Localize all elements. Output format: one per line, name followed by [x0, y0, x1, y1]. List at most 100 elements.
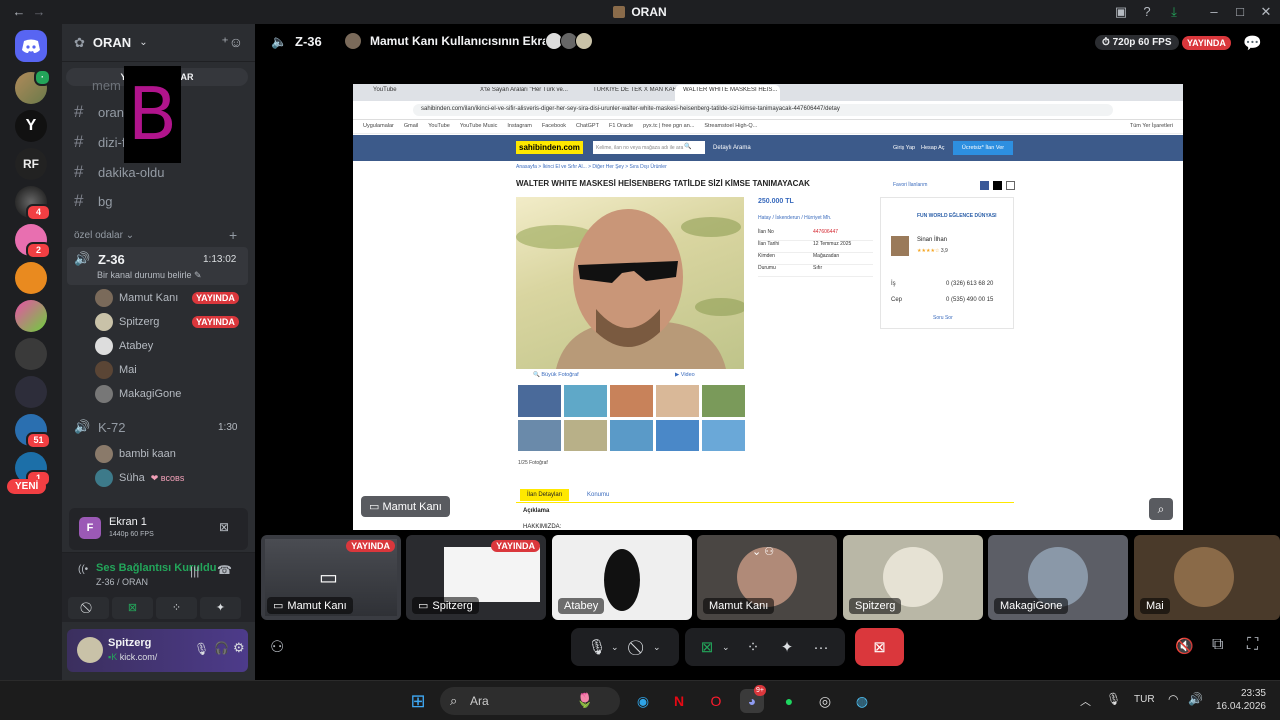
photo-thumbnail[interactable]: [610, 385, 653, 417]
wifi-icon[interactable]: ◠: [1168, 692, 1178, 706]
screen-share-icon[interactable]: ⊠: [692, 638, 722, 656]
photo-thumbnail[interactable]: [702, 419, 745, 451]
camera-off-button[interactable]: ⃠: [68, 597, 109, 619]
popout-icon[interactable]: ⧉: [1212, 636, 1223, 654]
language-indicator[interactable]: TUR: [1134, 694, 1155, 705]
avatar[interactable]: [77, 637, 103, 663]
participant-tile[interactable]: MakagiGone: [988, 535, 1128, 620]
facebook-icon[interactable]: [980, 181, 989, 190]
participant-tile[interactable]: Spitzerg: [843, 535, 983, 620]
category-header[interactable]: özel odalar ⌄: [74, 230, 134, 241]
globe-icon[interactable]: ◍: [850, 689, 874, 713]
create-channel-icon[interactable]: +: [229, 227, 237, 243]
ask-question-link[interactable]: Soru Sor: [933, 315, 953, 321]
microphone-icon[interactable]: 🎙: [194, 642, 209, 656]
microphone-icon[interactable]: 🎙: [1106, 692, 1121, 706]
photo-thumbnail[interactable]: [610, 419, 653, 451]
connection-channel[interactable]: Z-36 / ORAN: [96, 577, 148, 587]
zoom-icon[interactable]: ⌕: [1149, 498, 1173, 520]
show-hidden-icons[interactable]: ︿: [1080, 693, 1091, 709]
new-unreads-pill[interactable]: YENİ: [7, 479, 47, 494]
fullscreen-icon[interactable]: ⛶: [1247, 636, 1258, 654]
voice-user[interactable]: Atabey: [95, 337, 153, 355]
browser-tab[interactable]: X'te Sayan Araları "Her Türk ve...: [480, 87, 585, 93]
listing-main-photo[interactable]: [516, 197, 744, 369]
more-options-icon[interactable]: ···: [804, 639, 838, 656]
browser-tab[interactable]: TÜRKİYE DE TEK X MAN KARAKT...: [593, 87, 688, 93]
start-icon[interactable]: ⊞: [406, 689, 430, 713]
site-search-button[interactable]: 🔍: [684, 141, 691, 154]
store-name[interactable]: FUN WORLD EĞLENCE DÜNYASI: [917, 213, 997, 219]
close-icon[interactable]: ✕: [1257, 3, 1275, 21]
channel-item[interactable]: mem: [92, 78, 121, 93]
server-icon-8[interactable]: [15, 338, 47, 370]
server-icon-3[interactable]: RF: [15, 148, 47, 180]
photo-thumbnail[interactable]: [518, 419, 561, 451]
participant-tile[interactable]: YAYINDA ▭ Spitzerg: [406, 535, 546, 620]
login-link[interactable]: Giriş Yap: [893, 145, 915, 151]
photo-thumbnail[interactable]: [702, 385, 745, 417]
post-ad-button[interactable]: Ücretsiz* İlan Ver: [953, 141, 1013, 155]
invite-people-icon[interactable]: ⁺☺: [221, 34, 243, 51]
bookmark[interactable]: Gmail: [404, 123, 418, 130]
invite-to-call-icon[interactable]: ⚇: [270, 637, 284, 657]
server-icon-2[interactable]: Y: [15, 110, 47, 142]
tab-location[interactable]: Konumu: [587, 492, 609, 498]
bookmark[interactable]: ChatGPT: [576, 123, 599, 130]
bookmark[interactable]: YouTube Music: [460, 123, 498, 130]
server-icon-6[interactable]: [15, 262, 47, 294]
big-photo-link[interactable]: 🔍 Büyük Fotoğraf: [533, 372, 579, 378]
photo-thumbnail[interactable]: [564, 385, 607, 417]
server-icon-9[interactable]: [15, 376, 47, 408]
download-icon[interactable]: ⤓: [1165, 3, 1183, 21]
netflix-icon[interactable]: N: [667, 689, 691, 713]
stop-stream-icon[interactable]: ⊠: [219, 520, 229, 534]
steam-icon[interactable]: ◎: [813, 689, 837, 713]
voice-user[interactable]: Mai: [95, 361, 137, 379]
bookmark[interactable]: Tüm Yer İşaretleri: [1130, 123, 1173, 130]
back-arrow-icon[interactable]: ←: [10, 3, 28, 21]
voice-channel-z36[interactable]: 🔊 Z-36: [74, 251, 125, 267]
chevron-down-icon[interactable]: ⌄: [611, 642, 625, 653]
tile-actions-icon[interactable]: ⌄ ⚇: [752, 545, 774, 558]
noise-suppression-icon[interactable]: |||: [190, 564, 199, 578]
settings-gear-icon[interactable]: ⚙: [233, 640, 245, 656]
activities-icon[interactable]: ⁘: [736, 638, 770, 656]
register-link[interactable]: Hesap Aç: [921, 145, 945, 151]
mute-output-icon[interactable]: 🔇: [1175, 637, 1194, 655]
bookmark[interactable]: Uygulamalar: [363, 123, 394, 130]
forward-arrow-icon[interactable]: →: [30, 3, 48, 21]
taskbar-search[interactable]: ⌕ Ara 🌷: [440, 687, 620, 715]
chevron-down-icon[interactable]: ⌄: [653, 642, 667, 653]
x-icon[interactable]: [993, 181, 1002, 190]
voice-user[interactable]: MakagiGone: [95, 385, 181, 403]
listing-location[interactable]: Hatay / İskenderun / Hürriyet Mh.: [758, 215, 831, 221]
viewer-avatars[interactable]: [545, 32, 593, 50]
disconnect-icon[interactable]: ☎: [217, 563, 232, 577]
tab-listing-details[interactable]: İlan Detayları: [520, 489, 570, 501]
inbox-icon[interactable]: ▣: [1112, 3, 1130, 21]
spotify-icon[interactable]: ●: [777, 689, 801, 713]
bookmark[interactable]: Facebook: [542, 123, 566, 130]
headphones-icon[interactable]: 🎧: [214, 641, 229, 655]
voice-channel-k72[interactable]: 🔊 K-72: [74, 419, 125, 435]
participant-tile[interactable]: Mai: [1134, 535, 1280, 620]
server-icon-4[interactable]: 4: [15, 186, 51, 221]
bookmark[interactable]: pyx.tc | free pgn an...: [643, 123, 694, 130]
minimize-icon[interactable]: –: [1205, 3, 1223, 21]
server-icon-7[interactable]: [15, 300, 47, 332]
video-link[interactable]: ▶ Video: [675, 372, 695, 378]
clock[interactable]: 23:35 16.04.2026: [1214, 687, 1266, 713]
server-icon-10[interactable]: 51: [15, 414, 51, 449]
participant-tile[interactable]: ⌄ ⚇ Mamut Kanı: [697, 535, 837, 620]
discord-home-icon[interactable]: [15, 30, 47, 62]
volume-icon[interactable]: 🔊: [1188, 692, 1203, 706]
bookmark[interactable]: Streamstoel High-Q...: [704, 123, 757, 130]
maximize-icon[interactable]: □: [1231, 3, 1249, 21]
chevron-down-icon[interactable]: ⌄: [722, 642, 736, 653]
leave-call-button[interactable]: ⊠: [855, 628, 904, 666]
voice-user[interactable]: bambi kaan: [95, 445, 176, 463]
address-bar[interactable]: sahibinden.com/ilan/ikinci-el-ve-sifir-a…: [413, 104, 1113, 116]
phone-number[interactable]: 0 (535) 490 00 15: [946, 297, 993, 303]
microphone-icon[interactable]: 🎙: [583, 638, 611, 656]
